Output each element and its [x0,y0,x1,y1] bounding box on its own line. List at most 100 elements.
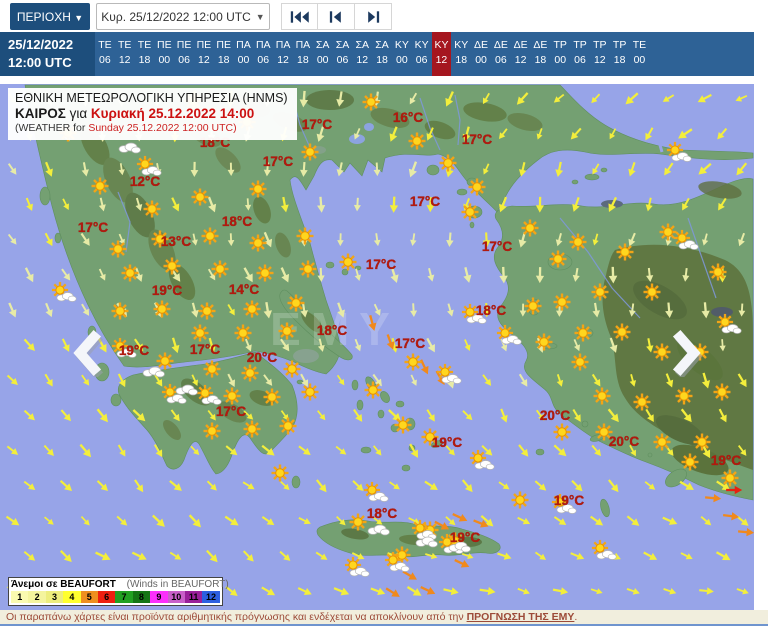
timeline-cell[interactable]: ΠΑ 18 [293,32,313,76]
temperature-label: 19°C [711,453,741,468]
timeline-cell[interactable]: ΠΕ 06 [174,32,194,76]
sun-icon [553,293,571,311]
timeline-cell[interactable]: ΔΕ 00 [471,32,491,76]
sun-icon [201,227,219,245]
skip-to-first-button[interactable] [281,3,318,30]
sun-icon [203,360,221,378]
temperature-label: 14°C [229,282,259,297]
sun-icon [241,364,259,382]
emy-forecast-link[interactable]: ΠΡΟΓΝΩΣΗ ΤΗΣ ΕΜΥ [467,611,575,623]
step-back-button[interactable] [318,3,355,30]
sun-icon [191,188,209,206]
timeline-cell[interactable]: ΚΥ 00 [392,32,412,76]
map-next-arrow-button[interactable] [670,329,706,380]
sun-icon [249,234,267,252]
timestep-nav-buttons [281,3,392,30]
step-forward-button[interactable] [355,3,392,30]
timeline-cell[interactable]: ΤΕ 12 [115,32,135,76]
sun-icon [535,333,553,351]
region-button[interactable]: ΠΕΡΙΟΧΗ ▼ [10,3,90,30]
timeline-cell[interactable]: ΣΑ 00 [313,32,333,76]
timeline-cell[interactable]: ΤΕ 00 [630,32,650,76]
beaufort-scale-cell: 3 [45,591,64,603]
timeline-cell[interactable]: ΠΕ 00 [154,32,174,76]
sun-icon [362,93,380,111]
sun-icon [243,300,261,318]
sun-icon [279,417,297,435]
timeline-cell[interactable]: ΤΕ 18 [135,32,155,76]
temperature-label: 20°C [540,408,570,423]
temperature-label: 17°C [263,154,293,169]
timeline-cell[interactable]: ΤΡ 18 [610,32,630,76]
temperature-label: 18°C [222,214,252,229]
timeline-cell[interactable]: ΣΑ 06 [333,32,353,76]
sun-icon [203,422,221,440]
timeline-cell[interactable]: ΠΑ 00 [234,32,254,76]
sun-icon [574,324,592,342]
temperature-label: 16°C [393,110,423,125]
beaufort-scale-cell: 10 [167,591,185,603]
temperature-label: 17°C [410,194,440,209]
timeline-cell[interactable]: ΤΡ 00 [550,32,570,76]
beaufort-scale-cell: 7 [115,591,133,603]
sun-icon [156,352,174,370]
sun-icon [349,513,367,531]
weather-map[interactable]: ΕΜΥ 18°C 17°C 17°C 16°C 17°C 12°C 17°C 18°C 13°C… [0,84,754,610]
sun-icon [653,433,671,451]
disclaimer-text: Οι παραπάνω χάρτες είναι προϊόντα αριθμη… [6,611,467,623]
beaufort-scale-cell: 2 [28,591,46,603]
sun-icon [511,491,529,509]
temperature-label: 17°C [302,117,332,132]
timeline-cell[interactable]: ΠΕ 12 [194,32,214,76]
sun-icon [616,243,634,261]
map-prev-arrow-button[interactable] [68,329,104,380]
sun-icon [549,250,567,268]
timeline-cell[interactable]: ΔΕ 18 [531,32,551,76]
sun-icon [633,393,651,411]
temperature-label: 17°C [366,257,396,272]
timeline-cell[interactable]: ΠΑ 06 [253,32,273,76]
sun-icon [111,302,129,320]
step-forward-icon [368,10,380,23]
sun-icon [593,387,611,405]
temperature-label: 17°C [462,132,492,147]
datetime-select[interactable]: Κυρ. 25/12/2022 12:00 UTC ▼ [96,3,270,30]
temperature-label: 18°C [476,303,506,318]
sun-icon [675,387,693,405]
datetime-select-value: Κυρ. 25/12/2022 12:00 UTC [101,9,251,24]
temperature-label: 17°C [190,342,220,357]
temperature-label: 19°C [152,283,182,298]
timeline-current-date: 25/12/2022 [8,37,74,52]
timeline-cell[interactable]: ΤΡ 06 [570,32,590,76]
sun-icon [211,260,229,278]
timeline-cell[interactable]: ΔΕ 06 [491,32,511,76]
timeline-cell[interactable]: ΣΑ 12 [352,32,372,76]
sun-icon [301,143,319,161]
temperature-label: 12°C [130,174,160,189]
sun-icon [198,302,216,320]
timeline-cell[interactable]: ΠΕ 18 [214,32,234,76]
temperature-label: 17°C [395,336,425,351]
temperature-label: 19°C [432,435,462,450]
sun-icon [693,433,711,451]
timeline-cell[interactable]: ΣΑ 18 [372,32,392,76]
timeline-cell[interactable]: ΚΥ 12 [431,32,452,76]
sun-icon [681,453,699,471]
sun-icon [591,283,609,301]
sun-icon [278,322,296,340]
timeline-cell[interactable]: ΚΥ 18 [451,32,471,76]
timeline-cell[interactable]: ΤΡ 12 [590,32,610,76]
timeline-cell[interactable]: ΤΕ 06 [95,32,115,76]
sun-icon [109,240,127,258]
temperature-label: 19°C [450,530,480,545]
timeline-cell[interactable]: ΚΥ 06 [412,32,432,76]
sun-icon [263,388,281,406]
beaufort-scale-cell: 5 [80,591,98,603]
timeline-cell[interactable]: ΠΑ 12 [273,32,293,76]
temperature-label: 13°C [161,234,191,249]
sun-icon [153,300,171,318]
sun-icon [91,177,109,195]
sun-icon [613,323,631,341]
timeline-cell[interactable]: ΔΕ 12 [511,32,531,76]
hnms-weather-app: ΠΕΡΙΟΧΗ ▼ Κυρ. 25/12/2022 12:00 UTC ▼ 25… [0,0,768,626]
